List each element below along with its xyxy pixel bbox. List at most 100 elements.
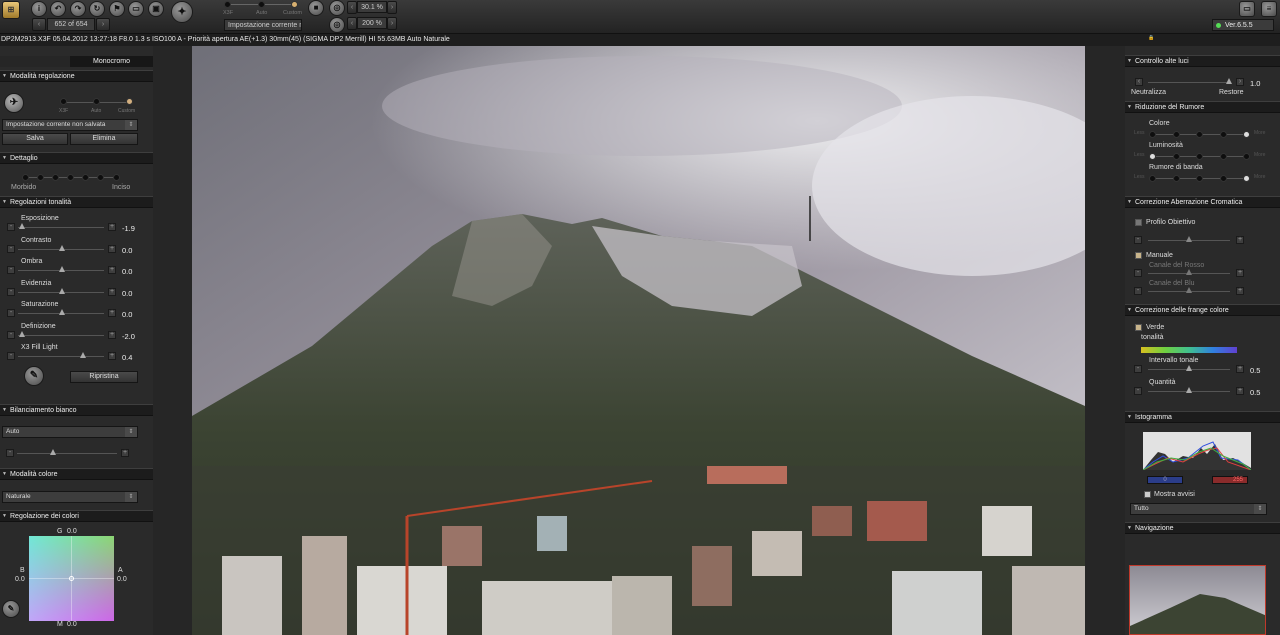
tone-plus[interactable]: + [108,309,116,317]
manual-checkbox[interactable] [1135,252,1142,259]
left-preset-dropdown[interactable]: Impostazione corrente non salvata [2,119,138,131]
tone-minus[interactable]: - [7,287,15,296]
section-tone[interactable]: Regolazioni tonalità [0,196,153,208]
reset-button[interactable]: Ripristina [70,371,138,383]
tone-plus[interactable]: + [108,287,116,296]
section-color-adjust[interactable]: Regolazione dei colori [0,510,153,522]
wb-plus[interactable]: + [121,449,129,457]
range-plus[interactable]: + [1236,365,1244,373]
nr-dot[interactable] [1196,131,1203,138]
green-checkbox[interactable] [1135,324,1142,331]
left-mode-x3f[interactable] [60,98,67,105]
section-white-balance[interactable]: Bilanciamento bianco [0,404,153,416]
range-minus[interactable]: - [1134,365,1142,373]
nr-dot[interactable] [1172,131,1180,138]
delete-button[interactable]: Elimina [70,133,138,145]
lock-icon[interactable]: ▣ [148,1,164,17]
amount-plus[interactable]: + [1236,387,1244,395]
section-color-mode[interactable]: Modalità colore [0,468,153,480]
tone-thumb[interactable] [19,223,25,229]
photo-canvas[interactable] [192,46,1085,635]
section-mode[interactable]: Modalità regolazione [0,70,153,82]
left-mode-auto[interactable] [93,98,100,105]
hist-low-value[interactable]: 0 [1147,476,1183,484]
nr-dot[interactable] [1243,175,1250,182]
mode-x3f-dot[interactable] [224,1,231,8]
detail-dot-2[interactable] [37,174,44,181]
tone-auto-icon[interactable]: ✎ [24,366,44,386]
tone-thumb[interactable] [59,287,65,294]
nr-dot[interactable] [1219,131,1227,138]
red-minus[interactable]: - [1134,269,1142,277]
zoom-down-button[interactable]: ‹ [347,1,357,14]
section-fringe[interactable]: Correzione delle frange colore [1125,304,1280,316]
detail-dot-1[interactable] [22,174,29,181]
save-icon[interactable]: ▭ [128,1,144,17]
ca-minus[interactable]: - [1134,236,1142,244]
zoom2-down-button[interactable]: ‹ [347,17,357,30]
section-noise[interactable]: Riduzione del Rumore [1125,101,1280,113]
section-histogram[interactable]: Istogramma [1125,411,1280,423]
save-button[interactable]: Salva [2,133,68,145]
color-point[interactable] [69,576,74,581]
color-pick-icon[interactable]: ✎ [2,600,20,618]
rotate-left-icon[interactable]: ↶ [50,1,66,17]
hl-minus[interactable]: ‹ [1135,78,1143,86]
hl-thumb[interactable] [1226,78,1232,84]
rotate-icon[interactable]: ↻ [89,1,105,17]
section-navigation[interactable]: Navigazione [1125,522,1280,534]
tone-minus[interactable]: - [7,330,15,339]
zoom2-up-button[interactable]: › [387,17,397,30]
wb-minus[interactable]: - [6,449,14,457]
nr-dot[interactable] [1149,175,1156,182]
zoom-detail-icon[interactable]: ◎ [329,17,345,33]
section-chromatic[interactable]: Correzione Aberrazione Cromatica [1125,196,1280,208]
section-detail[interactable]: Dettaglio [0,152,153,164]
zoom-up-button[interactable]: › [387,1,397,14]
magic-wand-icon[interactable]: ✦ [171,1,193,23]
section-highlights[interactable]: Controllo alte luci [1125,55,1280,67]
range-thumb[interactable] [1186,365,1192,371]
tone-thumb[interactable] [59,244,65,251]
tone-minus[interactable]: - [7,223,15,231]
preset-select[interactable]: Impostazione corrente no [224,19,302,31]
blue-thumb[interactable] [1186,287,1192,293]
mode-custom-dot[interactable] [291,1,298,8]
info-icon[interactable]: i [31,1,47,17]
nr-dot[interactable] [1243,131,1250,138]
settings-icon[interactable]: ≡ [1261,1,1277,17]
amount-minus[interactable]: - [1134,387,1142,395]
nr-dot[interactable] [1196,175,1203,182]
nr-dot[interactable] [1149,153,1156,160]
amount-thumb[interactable] [1186,387,1192,393]
tone-thumb[interactable] [80,352,86,358]
hist-high-value[interactable]: 255 [1212,476,1248,484]
tone-minus[interactable]: - [7,266,15,274]
detail-dot-5[interactable] [82,174,89,181]
prev-image-button[interactable]: ‹ [32,18,46,31]
tone-thumb[interactable] [19,330,25,337]
tone-plus[interactable]: + [108,330,116,339]
profile-checkbox[interactable] [1135,219,1142,226]
left-mode-custom[interactable] [126,98,133,105]
color-wheel-grid[interactable] [29,536,114,621]
zoom-icon[interactable]: ◎ [329,0,345,16]
color-mode-dropdown[interactable]: Naturale [2,491,138,503]
tab-color[interactable] [0,56,70,67]
tone-plus[interactable]: + [108,244,116,253]
nr-dot[interactable] [1172,175,1180,182]
ca-thumb[interactable] [1186,236,1192,242]
tab-monochrome[interactable]: Monocromo [70,56,153,67]
detail-dot-4[interactable] [67,174,74,181]
white-balance-dropdown[interactable]: Auto [2,426,138,438]
tone-plus[interactable]: + [108,223,116,231]
mode-auto-dot[interactable] [258,1,265,8]
detail-dot-6[interactable] [97,174,104,181]
hl-plus[interactable]: › [1236,78,1244,86]
red-thumb[interactable] [1186,269,1192,275]
blue-minus[interactable]: - [1134,287,1142,295]
nr-dot[interactable] [1243,153,1250,160]
zoom-value[interactable]: 30.1 % [357,1,387,13]
nr-dot[interactable] [1219,175,1227,182]
auto-adjust-icon[interactable]: ✈ [4,93,24,113]
